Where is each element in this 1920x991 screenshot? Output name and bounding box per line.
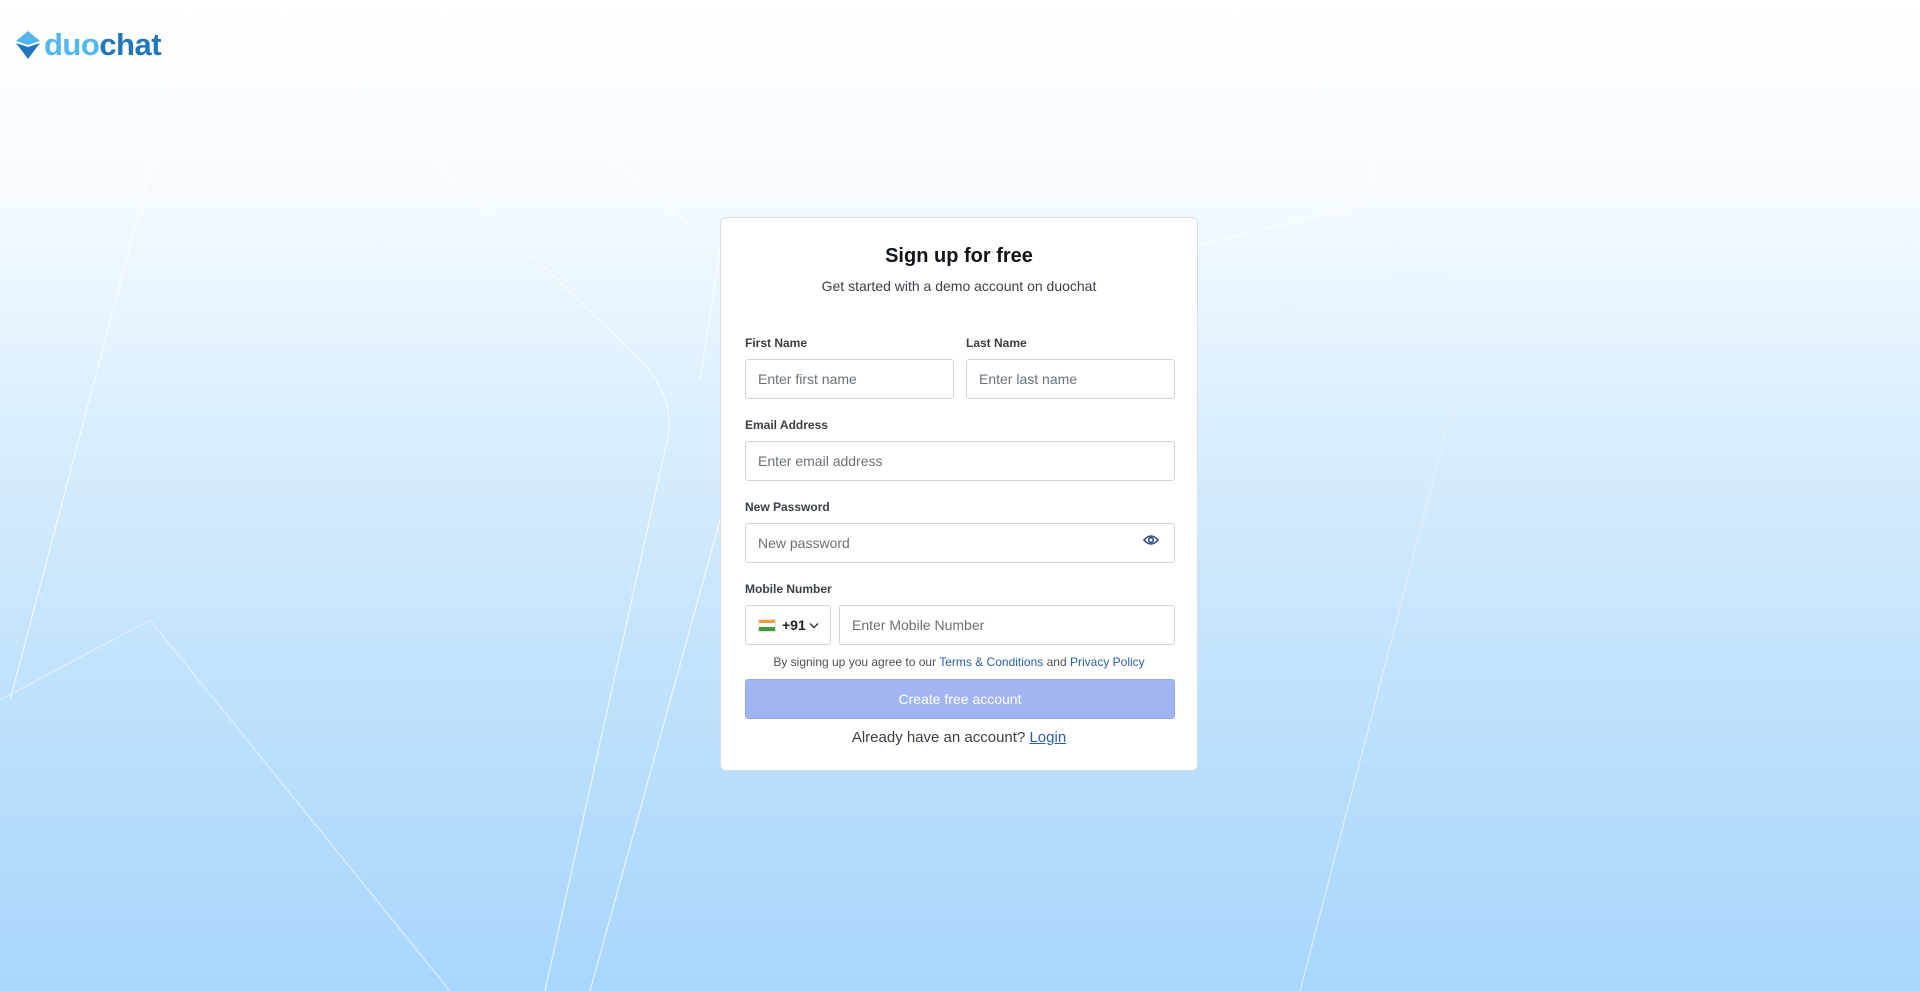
brand-name: duochat xyxy=(44,27,162,62)
brand-logo[interactable]: duochat xyxy=(15,27,162,62)
first-name-label: First Name xyxy=(745,336,808,350)
signup-card: Sign up for free Get started with a demo… xyxy=(720,217,1198,771)
signup-title: Sign up for free xyxy=(885,245,1033,267)
terms-conjunction: and xyxy=(1046,655,1067,669)
country-code: +91 xyxy=(782,617,806,633)
first-name-input[interactable] xyxy=(745,359,954,399)
login-prompt: Already have an account? Login xyxy=(721,729,1197,746)
chevron-down-icon xyxy=(809,622,819,628)
signup-subtitle: Get started with a demo account on duoch… xyxy=(821,278,1097,294)
last-name-input[interactable] xyxy=(966,359,1175,399)
eye-icon[interactable] xyxy=(1143,534,1159,546)
email-input[interactable] xyxy=(745,441,1175,481)
mobile-number-input[interactable] xyxy=(839,605,1175,645)
login-prompt-text: Already have an account? xyxy=(851,729,1026,746)
mobile-label: Mobile Number xyxy=(745,582,832,596)
create-account-button[interactable]: Create free account xyxy=(745,679,1175,719)
password-label: New Password xyxy=(745,500,830,514)
terms-notice: By signing up you agree to our Terms & C… xyxy=(721,655,1197,669)
last-name-label: Last Name xyxy=(966,336,1027,350)
diamond-logo-icon xyxy=(16,31,40,59)
terms-prefix: By signing up you agree to our xyxy=(773,655,937,669)
password-input[interactable] xyxy=(745,523,1175,563)
terms-link[interactable]: Terms & Conditions xyxy=(939,655,1043,669)
india-flag-icon xyxy=(758,618,776,632)
email-label: Email Address xyxy=(745,418,828,432)
login-link[interactable]: Login xyxy=(1029,729,1066,746)
country-code-select[interactable]: +91 xyxy=(745,605,831,645)
privacy-link[interactable]: Privacy Policy xyxy=(1070,655,1145,669)
